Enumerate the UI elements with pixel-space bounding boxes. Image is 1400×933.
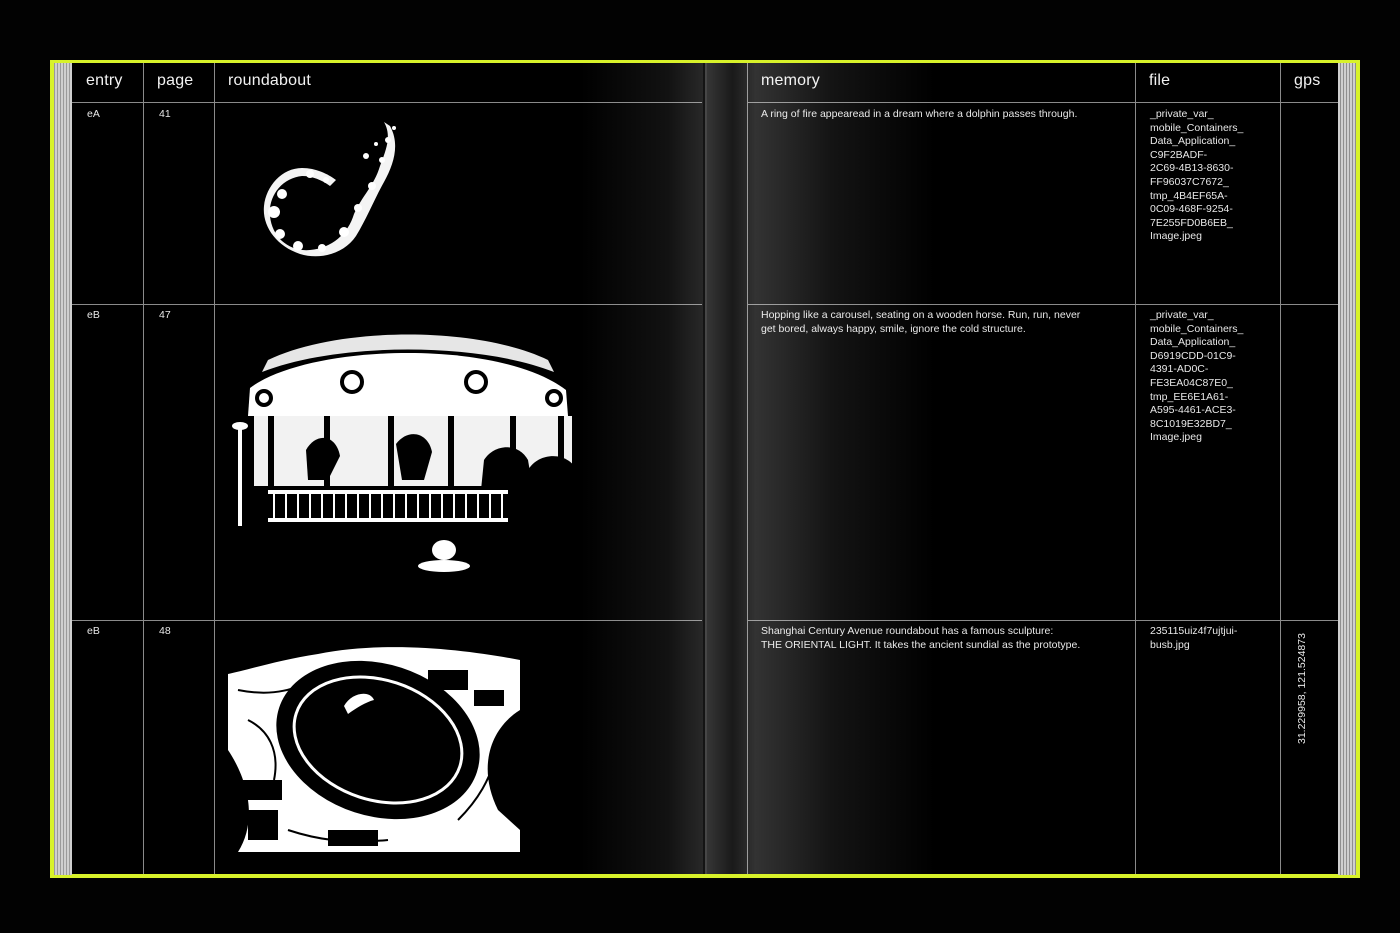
row-2-file-line: 8C1019E32BD7_ bbox=[1150, 417, 1232, 430]
row-divider-2-left bbox=[72, 620, 702, 621]
row-1-entry: eA bbox=[87, 108, 100, 120]
row-1-file: _private_var_ mobile_Containers_ Data_Ap… bbox=[1150, 108, 1243, 244]
row-divider-2-right bbox=[748, 620, 1338, 621]
row-2-file-line: Data_Application_ bbox=[1150, 336, 1236, 349]
header-memory: memory bbox=[761, 72, 820, 89]
column-divider-page bbox=[214, 63, 215, 874]
right-page-stack bbox=[1338, 63, 1356, 875]
row-3-gps: 31.229958, 121.524873 bbox=[1296, 633, 1308, 744]
row-1-file-line: FF96037C7672_ bbox=[1150, 175, 1229, 188]
row-2-file-line: D6919CDD-01C9- bbox=[1150, 349, 1236, 362]
row-2-page: 47 bbox=[159, 309, 171, 321]
row-1-file-line: Image.jpeg bbox=[1150, 230, 1202, 243]
row-3-file: 235115uiz4f7ujtjui- busb.jpg bbox=[1150, 625, 1237, 652]
row-1-file-line: tmp_4B4EF65A- bbox=[1150, 189, 1228, 202]
column-divider-gps bbox=[1280, 63, 1281, 874]
row-1-memory: A ring of fire appearead in a dream wher… bbox=[761, 108, 1077, 122]
row-3-memory-line-1: Shanghai Century Avenue roundabout has a… bbox=[761, 625, 1054, 637]
row-3-memory-line-2: THE ORIENTAL LIGHT. It takes the ancient… bbox=[761, 638, 1081, 651]
row-2-memory-line-1: Hopping like a carousel, seating on a wo… bbox=[761, 309, 1081, 321]
column-divider-file bbox=[1135, 63, 1136, 874]
row-2-memory-line-2: get bored, always happy, smile, ignore t… bbox=[761, 322, 1026, 335]
header-rule-left bbox=[72, 102, 702, 103]
header-page: page bbox=[157, 72, 194, 89]
row-divider-1-right bbox=[748, 304, 1338, 305]
row-divider-1-left bbox=[72, 304, 702, 305]
header-gps: gps bbox=[1294, 72, 1321, 89]
row-2-entry: eB bbox=[87, 309, 100, 321]
row-1-file-line: _private_var_ bbox=[1150, 108, 1214, 120]
row-2-file-line: mobile_Containers_ bbox=[1150, 322, 1244, 335]
row-3-page: 48 bbox=[159, 625, 171, 637]
row-2-file-line: 4391-AD0C- bbox=[1150, 363, 1209, 376]
book-spread: entry page roundabout memory file gps eA… bbox=[0, 0, 1400, 933]
row-2-memory: Hopping like a carousel, seating on a wo… bbox=[761, 309, 1080, 336]
row-1-memory-line-1: A ring of fire appearead in a dream wher… bbox=[761, 108, 1078, 120]
row-1-file-line: 7E255FD0B6EB_ bbox=[1150, 216, 1233, 229]
row-3-memory: Shanghai Century Avenue roundabout has a… bbox=[761, 625, 1080, 652]
aerial-roundabout-image bbox=[228, 630, 520, 852]
row-1-file-line: Data_Application_ bbox=[1150, 135, 1236, 148]
header-file: file bbox=[1149, 72, 1171, 89]
book-gutter bbox=[703, 63, 707, 874]
header-entry: entry bbox=[86, 72, 123, 89]
ring-of-fire-image bbox=[263, 122, 396, 257]
row-1-file-line: C9F2BADF- bbox=[1150, 148, 1208, 161]
row-1-file-line: 2C69-4B13-8630- bbox=[1150, 162, 1234, 175]
row-2-file-line: _private_var_ bbox=[1150, 309, 1214, 321]
carousel-image bbox=[228, 320, 604, 582]
row-2-file-line: FE3EA04C87E0_ bbox=[1150, 376, 1233, 389]
header-roundabout: roundabout bbox=[228, 72, 311, 89]
row-2-file-line: tmp_EE6E1A61- bbox=[1150, 390, 1229, 403]
row-1-page: 41 bbox=[159, 108, 171, 120]
row-2-file: _private_var_ mobile_Containers_ Data_Ap… bbox=[1150, 309, 1243, 445]
header-rule-right bbox=[748, 102, 1338, 103]
row-3-entry: eB bbox=[87, 625, 100, 637]
column-divider-entry bbox=[143, 63, 144, 874]
left-page-stack bbox=[54, 63, 72, 875]
column-divider-memory-start bbox=[747, 63, 748, 874]
row-2-file-line: A595-4461-ACE3- bbox=[1150, 404, 1236, 417]
row-1-file-line: 0C09-468F-9254- bbox=[1150, 203, 1233, 216]
row-3-file-line: busb.jpg bbox=[1150, 638, 1190, 651]
row-3-file-line: 235115uiz4f7ujtjui- bbox=[1150, 625, 1238, 637]
row-2-file-line: Image.jpeg bbox=[1150, 431, 1202, 444]
row-1-file-line: mobile_Containers_ bbox=[1150, 121, 1244, 134]
